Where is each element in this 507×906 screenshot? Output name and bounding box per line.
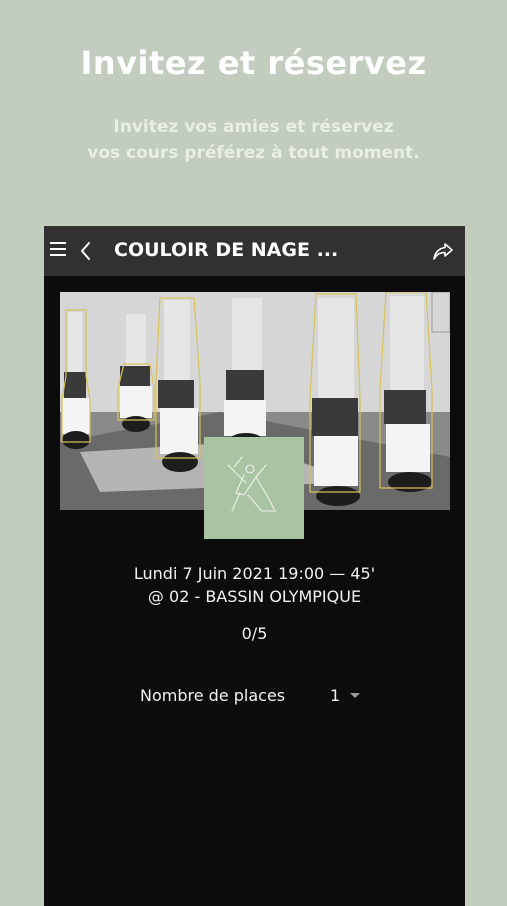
phone-screen: COULOIR DE NAGE ... Lundi 7 Juin 2021 19… (44, 226, 465, 906)
promo-subtitle-line-2: vos cours préférez à tout moment. (87, 143, 420, 163)
promo-subtitle-line-1: Invitez vos amies et réservez (113, 117, 394, 137)
places-dropdown[interactable]: 1 (324, 682, 364, 710)
app-bar: COULOIR DE NAGE ... (44, 226, 465, 276)
page-title: COULOIR DE NAGE ... (114, 239, 339, 261)
session-location: @ 02 - BASSIN OLYMPIQUE (147, 587, 362, 606)
share-arrow-icon[interactable] (431, 240, 455, 262)
promo-title: Invitez et réservez (80, 44, 427, 82)
chevron-down-icon (350, 693, 360, 698)
occupancy-count: 0/5 (241, 624, 268, 643)
hamburger-menu-icon[interactable] (50, 242, 66, 256)
session-datetime: Lundi 7 Juin 2021 19:00 — 45' (133, 564, 376, 583)
places-label: Nombre de places (140, 686, 286, 705)
chevron-left-icon[interactable] (78, 240, 94, 262)
yoga-pose-icon (204, 437, 304, 539)
promo-subtitle: Invitez vos amies et réservez vos cours … (0, 114, 507, 166)
places-value: 1 (330, 686, 341, 705)
